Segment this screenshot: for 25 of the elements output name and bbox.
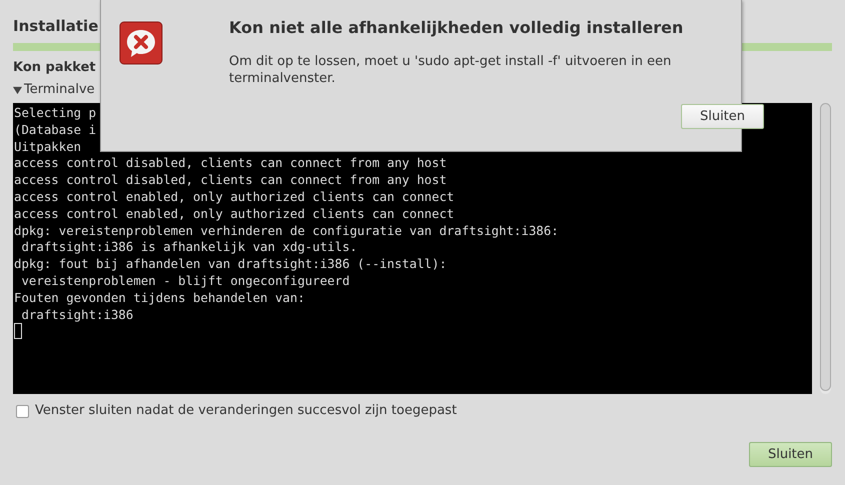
terminal-line: dpkg: vereistenproblemen verhinderen de configuratie van draftsight:i386: — [14, 222, 559, 240]
status-heading: Kon pakket — [13, 59, 96, 77]
terminal-line: draftsight:i386 is afhankelijk van xdg-utils. — [20, 239, 358, 256]
checkbox-label[interactable]: Venster sluiten nadat de veranderingen succesvol zijn toegepast — [35, 402, 457, 420]
terminal-line: access control enabled, only authorized clients can connect — [14, 188, 454, 206]
terminal-line: vereistenproblemen - blijft ongeconfigureerd — [20, 272, 350, 290]
terminal-line: access control disabled, clients can connect from any host — [14, 155, 447, 172]
terminal-line: draftsight:i386 — [20, 306, 134, 324]
window-title: Installatie — [13, 17, 98, 35]
close-window-checkbox[interactable] — [16, 404, 29, 418]
terminal-line: Uitpakken — [14, 138, 82, 156]
terminal-expander[interactable]: Terminalve — [24, 81, 95, 99]
terminal-line: access control enabled, only authorized clients can connect — [14, 206, 454, 223]
dialog-message: Om dit op te lossen, moet u 'sudo apt-get install -f' uitvoeren in een terminalvenster. — [229, 53, 672, 87]
close-button[interactable]: Sluiten — [749, 442, 832, 467]
dialog-title: Kon niet alle afhankelijkheden volledig installeren — [229, 18, 684, 38]
terminal-line: access control disabled, clients can connect from any host — [14, 172, 447, 189]
terminal-line: Fouten gevonden tijdens behandelen van: — [14, 290, 305, 307]
dialog-close-button[interactable]: Sluiten — [681, 104, 764, 129]
terminal-line: dpkg: fout bij afhandelen van draftsight:i386 (--install): — [14, 256, 447, 273]
expander-arrow-icon[interactable] — [13, 86, 22, 94]
terminal-line: (Database i — [14, 122, 96, 139]
error-icon — [119, 21, 163, 65]
terminal-line: Selecting p — [14, 105, 96, 122]
scrollbar[interactable] — [820, 103, 831, 394]
